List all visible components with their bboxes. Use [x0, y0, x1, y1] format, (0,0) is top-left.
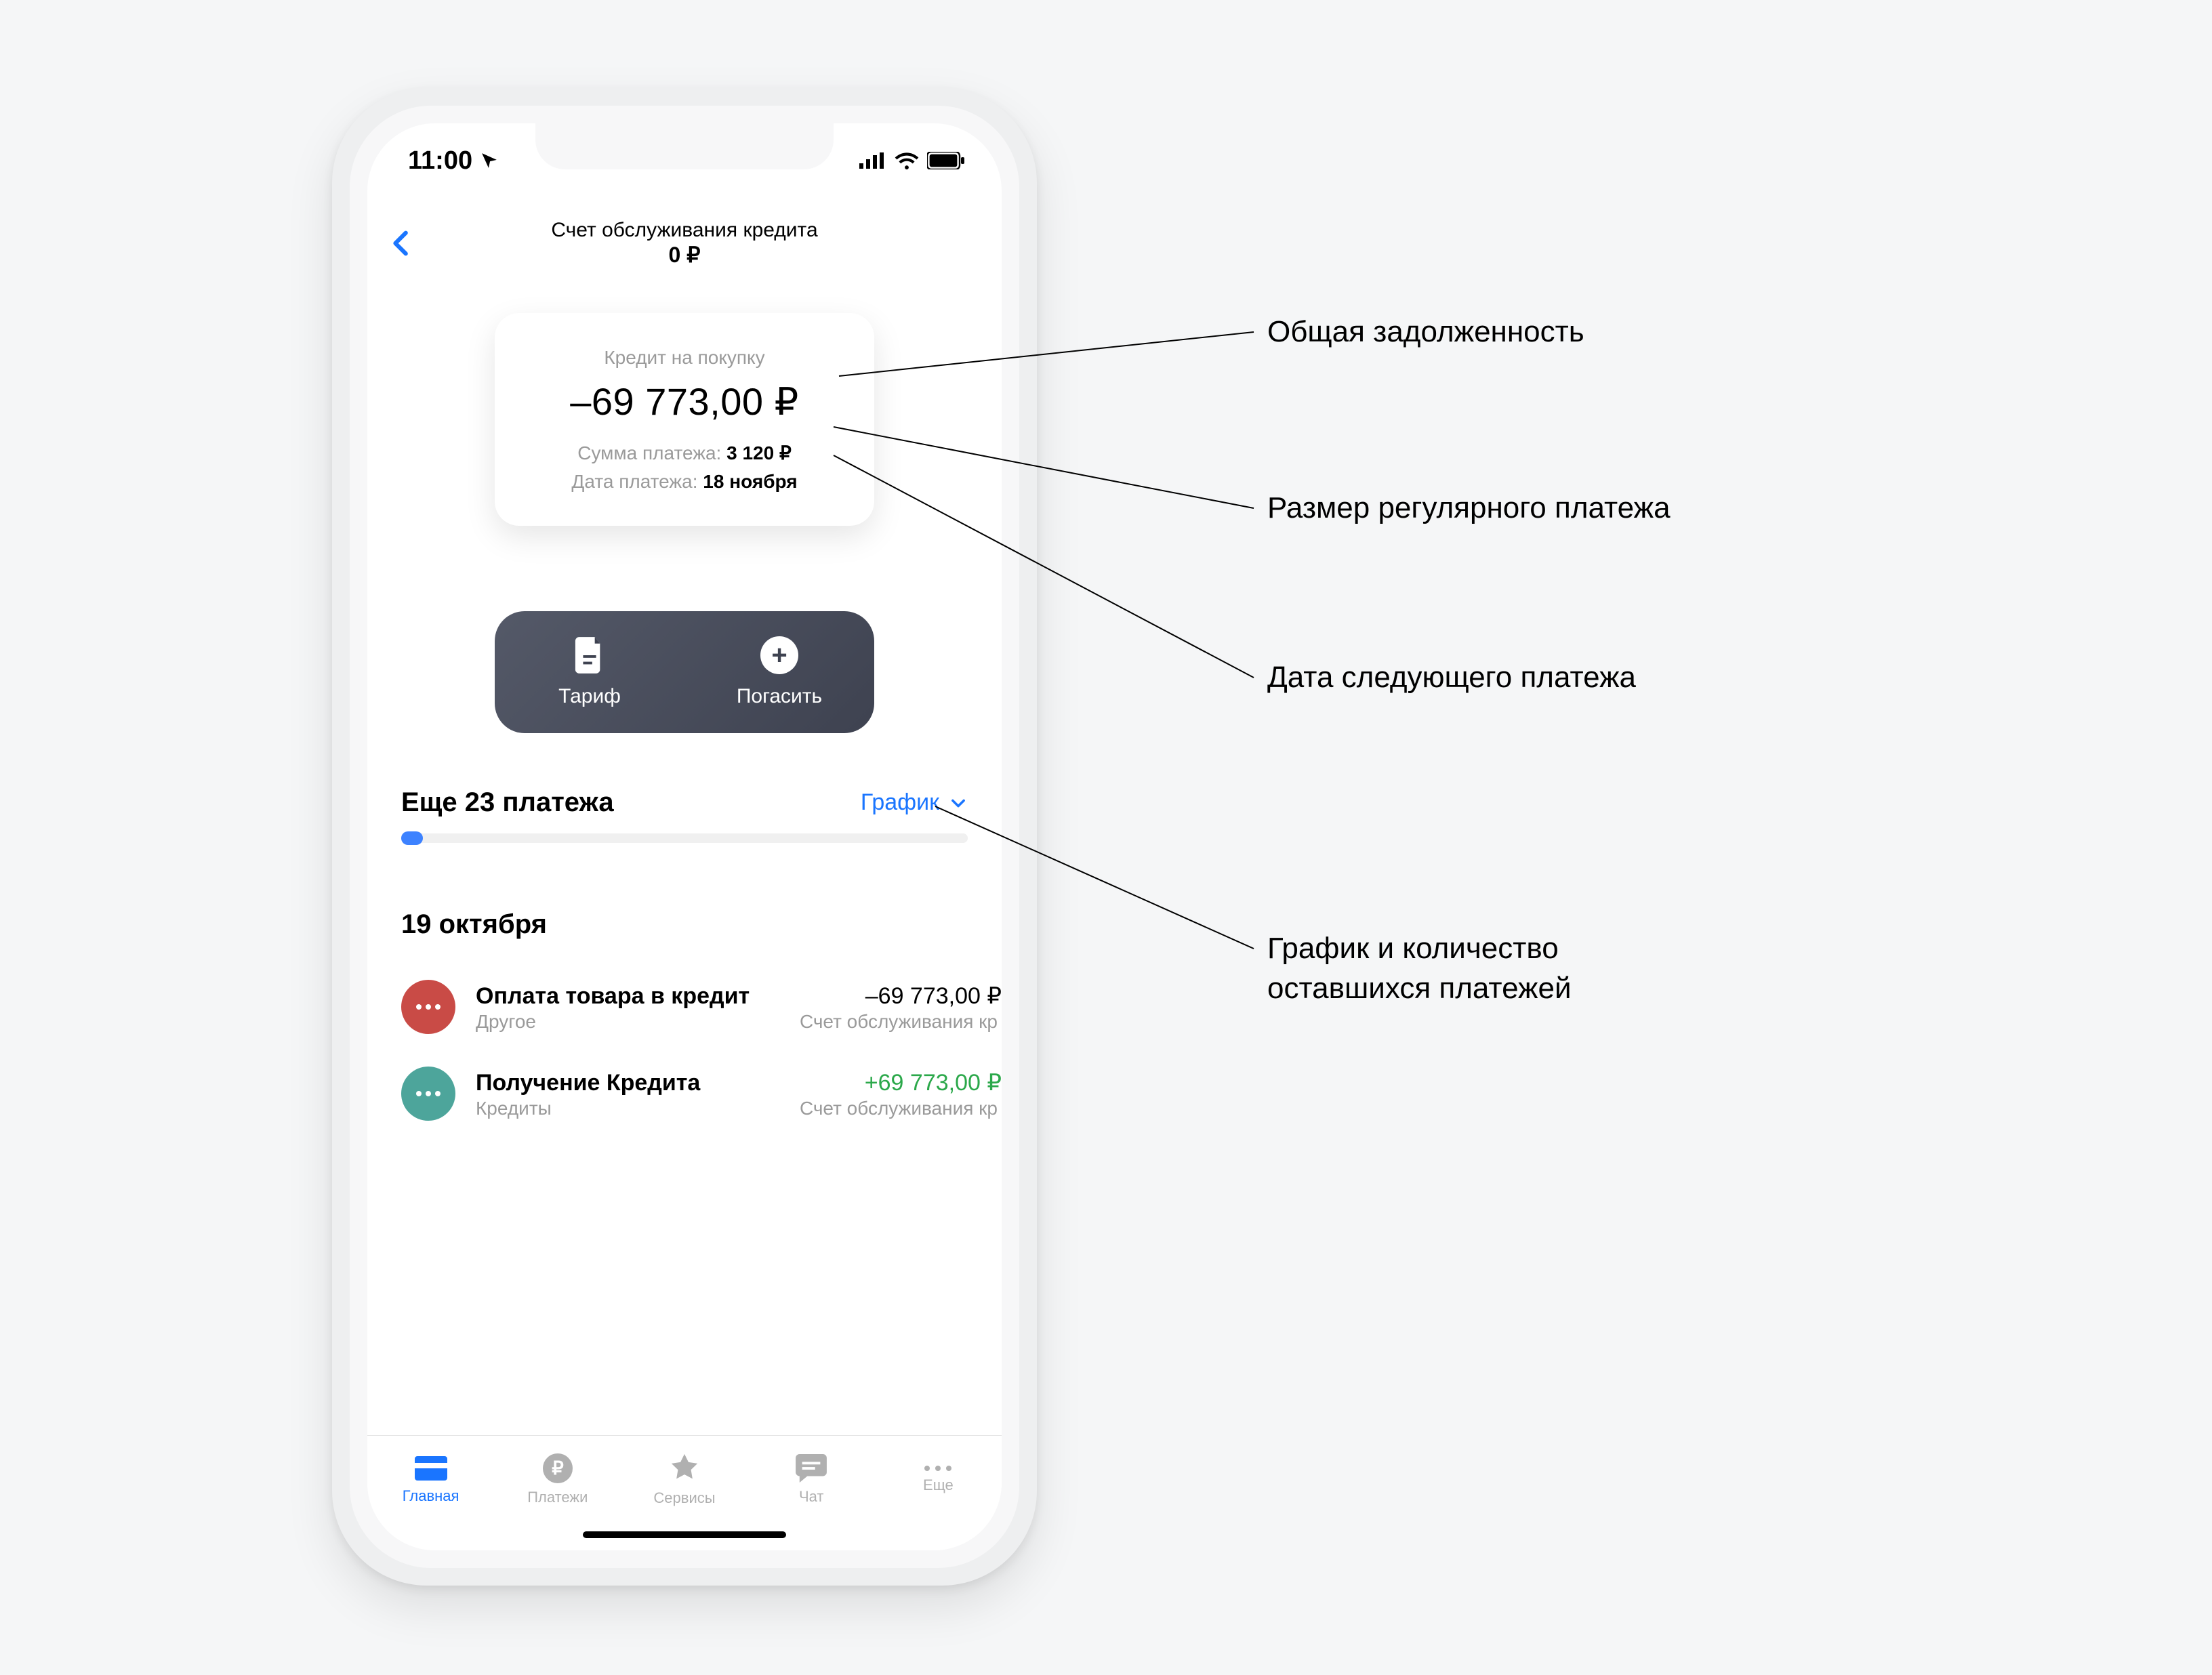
transaction-amount: –69 773,00 ₽: [865, 983, 1002, 1010]
tab-label: Чат: [799, 1488, 824, 1506]
payment-date-line: Дата платежа: 18 ноября: [515, 468, 854, 496]
transaction-date-header: 19 октября: [401, 909, 547, 940]
phone-frame: 11:00 Счет обслуживания кредита 0 ₽: [332, 88, 1037, 1586]
payments-remaining: Еще 23 платежа: [401, 787, 614, 818]
transaction-row[interactable]: Получение Кредита +69 773,00 ₽ Кредиты С…: [401, 1050, 1002, 1137]
canvas: 11:00 Счет обслуживания кредита 0 ₽: [0, 0, 2212, 1675]
transaction-account: Счет обслуживания кр: [800, 1098, 998, 1119]
tab-label: Главная: [403, 1487, 459, 1505]
action-pill: Тариф + Погасить: [495, 611, 874, 733]
tariff-label: Тариф: [558, 685, 621, 708]
dots-icon: [416, 1004, 441, 1010]
plus-icon: +: [760, 636, 798, 674]
header-title: Счет обслуживания кредита: [551, 219, 817, 242]
wifi-icon: [895, 152, 919, 169]
card-icon: [415, 1455, 447, 1482]
annotation-line-2: оставшихся платежей: [1267, 972, 1572, 1005]
svg-text:₽: ₽: [552, 1457, 564, 1478]
transaction-category: Кредиты: [476, 1098, 552, 1119]
annotation-next-date: Дата следующего платежа: [1267, 657, 1636, 697]
progress-bar: [401, 833, 968, 843]
phone-notch: [535, 123, 834, 169]
loan-amount: –69 773,00 ₽: [515, 379, 854, 424]
ruble-icon: ₽: [543, 1453, 573, 1483]
chevron-down-icon: [949, 793, 968, 812]
battery-icon: [927, 152, 965, 169]
app-header: Счет обслуживания кредита 0 ₽: [367, 199, 1002, 287]
loan-card: Кредит на покупку –69 773,00 ₽ Сумма пла…: [495, 313, 874, 526]
tariff-button[interactable]: Тариф: [495, 611, 684, 733]
tab-label: Еще: [923, 1476, 954, 1494]
payments-row: Еще 23 платежа График: [401, 787, 968, 818]
tab-services[interactable]: Сервисы: [621, 1436, 747, 1523]
transaction-list: Оплата товара в кредит –69 773,00 ₽ Друг…: [401, 964, 1002, 1137]
header-balance: 0 ₽: [551, 242, 817, 268]
transaction-row[interactable]: Оплата товара в кредит –69 773,00 ₽ Друг…: [401, 964, 1002, 1050]
star-icon: [669, 1453, 700, 1484]
location-icon: [480, 152, 498, 169]
payment-amount-value: 3 120 ₽: [726, 442, 792, 463]
repay-label: Погасить: [737, 685, 822, 708]
repay-button[interactable]: + Погасить: [684, 611, 874, 733]
back-button[interactable]: [386, 228, 417, 259]
transaction-title: Оплата товара в кредит: [476, 981, 750, 1011]
tab-chat[interactable]: Чат: [748, 1436, 875, 1523]
annotation-total-debt: Общая задолженность: [1267, 312, 1584, 352]
tab-home[interactable]: Главная: [367, 1436, 494, 1523]
transaction-amount: +69 773,00 ₽: [865, 1069, 1002, 1096]
payment-amount-label: Сумма платежа:: [577, 442, 721, 463]
schedule-link[interactable]: График: [861, 789, 968, 816]
chat-icon: [796, 1454, 827, 1483]
payment-amount-line: Сумма платежа: 3 120 ₽: [515, 439, 854, 468]
annotation-schedule: График и количество оставшихся платежей: [1267, 928, 1572, 1009]
home-indicator[interactable]: [583, 1531, 786, 1538]
annotation-payment-size: Размер регулярного платежа: [1267, 488, 1671, 528]
payment-date-label: Дата платежа:: [571, 471, 697, 492]
tab-more[interactable]: Еще: [875, 1436, 1002, 1523]
loan-label: Кредит на покупку: [515, 347, 854, 369]
tab-label: Сервисы: [653, 1489, 715, 1507]
annotation-line-1: График и количество: [1267, 932, 1559, 965]
more-icon: [924, 1466, 951, 1471]
dots-icon: [416, 1091, 441, 1096]
payment-date-value: 18 ноября: [703, 471, 797, 492]
transaction-category: Другое: [476, 1011, 536, 1033]
category-icon: [401, 980, 455, 1034]
progress-thumb: [401, 831, 423, 845]
phone-screen: 11:00 Счет обслуживания кредита 0 ₽: [367, 123, 1002, 1550]
category-icon: [401, 1067, 455, 1121]
cellular-icon: [859, 152, 886, 169]
tab-payments[interactable]: ₽ Платежи: [494, 1436, 621, 1523]
tab-label: Платежи: [527, 1489, 588, 1506]
status-time: 11:00: [408, 146, 472, 175]
transaction-title: Получение Кредита: [476, 1068, 700, 1098]
schedule-link-label: График: [861, 789, 939, 816]
transaction-account: Счет обслуживания кр: [800, 1011, 998, 1033]
document-icon: [574, 636, 605, 674]
